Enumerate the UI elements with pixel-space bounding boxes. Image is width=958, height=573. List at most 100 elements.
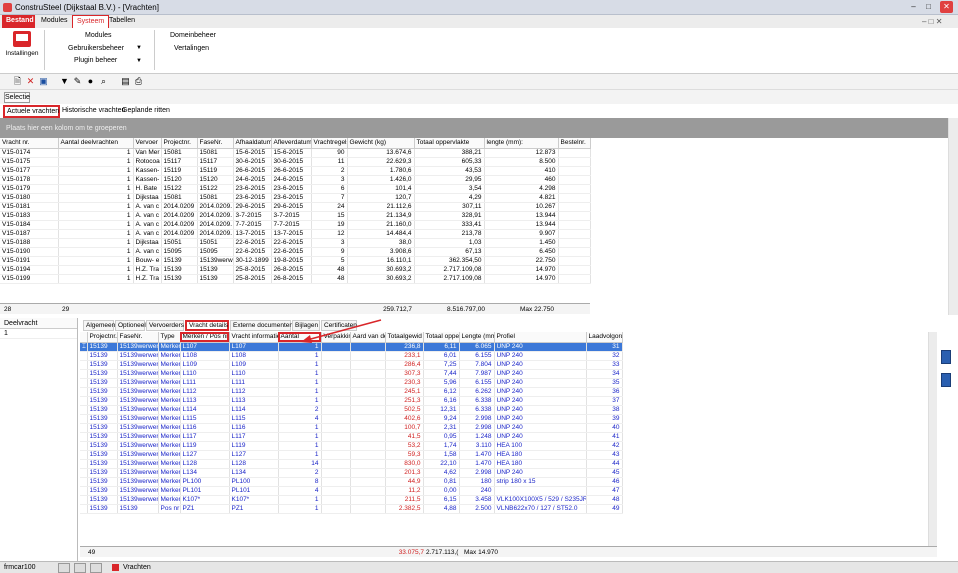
table-cell[interactable]: 4 [278, 486, 322, 496]
tool-icon[interactable]: ✎ [72, 76, 83, 87]
table-cell[interactable]: 14 [278, 459, 322, 469]
column-header[interactable]: Projectnr. [87, 332, 118, 343]
table-cell[interactable]: 1 [278, 495, 322, 505]
table-cell[interactable]: 1 [278, 360, 322, 370]
table-row[interactable]: 1513915139werwerMerkenL110L1101307,37,44… [80, 369, 623, 379]
table-row[interactable]: V15-0194 1 H.Z. Tra 15139 15139 25-8-2015 26-8… [0, 265, 591, 275]
detail-tab-externe-documenten[interactable]: Externe documenten [230, 320, 293, 331]
column-header[interactable]: Projectnr. [161, 138, 198, 149]
detail-tab-vervoerders[interactable]: Vervoerders [146, 320, 184, 331]
table-cell[interactable]: 1 [278, 387, 322, 397]
table-row[interactable]: V15-0183 1 A. van c 2014.0209 2014.0209. 3-7-… [0, 211, 591, 221]
table-row[interactable]: V15-0190 1 A. van c 15095 15095 22-6-2015 22-6… [0, 247, 591, 257]
delete-icon[interactable]: ✕ [25, 76, 36, 87]
column-header[interactable]: Laadvolgord [586, 332, 623, 343]
new-icon[interactable]: 🗎 [12, 76, 23, 87]
menu-tab-systeem[interactable]: Systeem [72, 15, 110, 28]
column-header[interactable]: Afhaaldatum [233, 138, 272, 149]
column-header[interactable]: Aantal deelvrachten [58, 138, 134, 149]
table-row[interactable]: 1513915139werwerMerkenL109L1091286,47,25… [80, 360, 623, 370]
table-row[interactable]: V15-0175 1 Rotocoa 15117 15117 30-6-2015 30-6-… [0, 157, 591, 167]
menu-tab-bestand[interactable]: Bestand [2, 15, 35, 28]
table-cell[interactable]: 2 [278, 405, 322, 415]
table-row[interactable]: 15139 15139 Pos nr PZ1 PZ1 1 2.382,5 4,88 2.500 V… [80, 504, 623, 514]
column-header[interactable]: Merken / Pos nr [180, 332, 230, 343]
column-header[interactable]: Bestelnr. [558, 138, 591, 149]
upper-vertical-scrollbar[interactable] [948, 118, 958, 315]
table-row[interactable]: V15-0188 1 Dijkstaa 15051 15051 22-6-2015 22-6… [0, 238, 591, 248]
selectie-button[interactable]: Selectie [4, 92, 30, 103]
detail-tab-algemeen[interactable]: Algemeen [83, 320, 115, 331]
export-icon[interactable]: ▤ [120, 76, 131, 87]
table-row[interactable]: 1513915139werwerMerkenL127L127159,31,581… [80, 450, 623, 460]
column-header[interactable]: Totaalgewid [385, 332, 424, 343]
column-header[interactable]: Vervoer [133, 138, 162, 149]
column-header[interactable]: Afleverdatum [271, 138, 312, 149]
ribbon-domeinbeheer[interactable]: Domeinbeheer [170, 32, 216, 39]
table-row[interactable]: V15-0179 1 H. Bate 15122 15122 23-6-2015 23-6-… [0, 184, 591, 194]
detail-tab-optioneel[interactable]: Optioneel [115, 320, 146, 331]
table-row[interactable]: V15-0199 1 H.Z. Tra 15139 15139 25-8-2015 26-8… [0, 274, 591, 284]
table-cell[interactable]: 8 [278, 477, 322, 487]
table-cell[interactable]: 1 [278, 378, 322, 388]
table-cell[interactable]: 1 [278, 396, 322, 406]
column-header[interactable]: FaseNr. [197, 138, 234, 149]
column-header[interactable]: Profiel [494, 332, 587, 343]
column-header[interactable]: lengte (mm): [484, 138, 559, 149]
table-row[interactable]: 1513915139werwerMerkenL114L1142502,512,3… [80, 405, 623, 415]
table-row[interactable]: V15-0177 1 Kassen- 15119 15119 26-6-2015 26-6-… [0, 166, 591, 176]
table-row[interactable]: V15-0184 1 A. van c 2014.0209 2014.0209. 7-7-… [0, 220, 591, 230]
minimize-button[interactable]: – [907, 1, 920, 13]
tab-actuele-vrachten[interactable]: Actuele vrachten [3, 105, 60, 118]
move-up-button[interactable] [941, 350, 951, 364]
ribbon-vertalingen[interactable]: Vertalingen [174, 45, 209, 52]
close-button[interactable]: ✕ [940, 1, 953, 13]
print-icon[interactable]: ⎙ [133, 76, 144, 87]
table-row[interactable]: V15-0181 1 A. van c 2014.0209 2014.0209. 29-6… [0, 202, 591, 212]
user-icon[interactable] [58, 563, 70, 573]
column-header[interactable]: FaseNr. [117, 332, 159, 343]
detail-tab-vracht-details[interactable]: Vracht details [185, 320, 229, 331]
table-cell[interactable]: 1 [278, 441, 322, 451]
ribbon-modules[interactable]: Modules [85, 32, 111, 39]
table-row[interactable]: 1513915139werwerMerkenL113L1131251,36,16… [80, 396, 623, 406]
column-header[interactable]: Type [158, 332, 181, 343]
search-icon[interactable] [74, 563, 86, 573]
table-cell[interactable]: 4 [278, 414, 322, 424]
save-icon[interactable]: ▣ [38, 76, 49, 87]
column-header[interactable]: Totaal oppen [423, 332, 460, 343]
table-cell[interactable]: 1 [278, 504, 322, 514]
table-row[interactable]: 1513915139werwerMerkenL117L117141,50,951… [80, 432, 623, 442]
table-row[interactable]: V15-0191 1 Bouw- e 15139 15139werw 30-12-1899… [0, 256, 591, 266]
group-by-area[interactable]: Plaats hier een kolom om te groeperen [0, 118, 950, 138]
lock-icon[interactable] [90, 563, 102, 573]
tab-geplande-ritten[interactable]: Geplande ritten [120, 105, 172, 118]
table-row[interactable]: V15-0180 1 Dijkstaa 15081 15081 23-6-2015 23-6… [0, 193, 591, 203]
column-header[interactable]: Lengte (mm) [459, 332, 495, 343]
table-row[interactable]: V15-0174 1 Van Mer 15081 15081 15-6-2015 15-6-… [0, 148, 591, 158]
table-row[interactable]: 1513915139werwerMerkenPL101PL101411,20,0… [80, 486, 623, 496]
table-row[interactable]: 1513915139werwerMerkenL115L1154402,69,24… [80, 414, 623, 424]
table-row[interactable]: 1513915139werwerMerkenL111L1111230,35,96… [80, 378, 623, 388]
search-icon[interactable]: ⌕ [98, 76, 109, 87]
table-cell[interactable]: 1 [278, 369, 322, 379]
column-header[interactable]: Totaal oppervlakte [414, 138, 485, 149]
installingen-button[interactable]: Installingen [4, 31, 40, 71]
ribbon-plugin-beheer[interactable]: Plugin beheer [74, 57, 117, 64]
deelvracht-row[interactable]: 1 [0, 329, 77, 339]
tab-historische-vrachten[interactable]: Historische vrachten [60, 105, 127, 118]
table-row[interactable]: 1513915139werwerMerkenL128L12814830,022,… [80, 459, 623, 469]
table-cell[interactable]: 1 [278, 351, 322, 361]
table-row[interactable]: 1513915139werwerMerkenL119L119153,21,743… [80, 441, 623, 451]
table-row[interactable]: V15-0178 1 Kassen- 15120 15120 24-6-2015 24-6-… [0, 175, 591, 185]
status-tab[interactable]: Vrachten [123, 564, 151, 571]
table-cell[interactable]: 1 [278, 432, 322, 442]
column-header[interactable]: Vracht informatie [229, 332, 279, 343]
column-header[interactable]: Vracht nr. [0, 138, 59, 149]
table-cell[interactable]: 1 [278, 423, 322, 433]
table-row[interactable]: 1513915139werwerMerkenK107*K107*1211,56,… [80, 495, 623, 505]
table-cell[interactable]: 1 [278, 450, 322, 460]
table-row[interactable]: V15-0187 1 A. van c 2014.0209 2014.0209. 13-7… [0, 229, 591, 239]
menu-tab-tabellen[interactable]: Tabellen [105, 15, 139, 28]
lower-vertical-scrollbar[interactable] [928, 332, 937, 546]
